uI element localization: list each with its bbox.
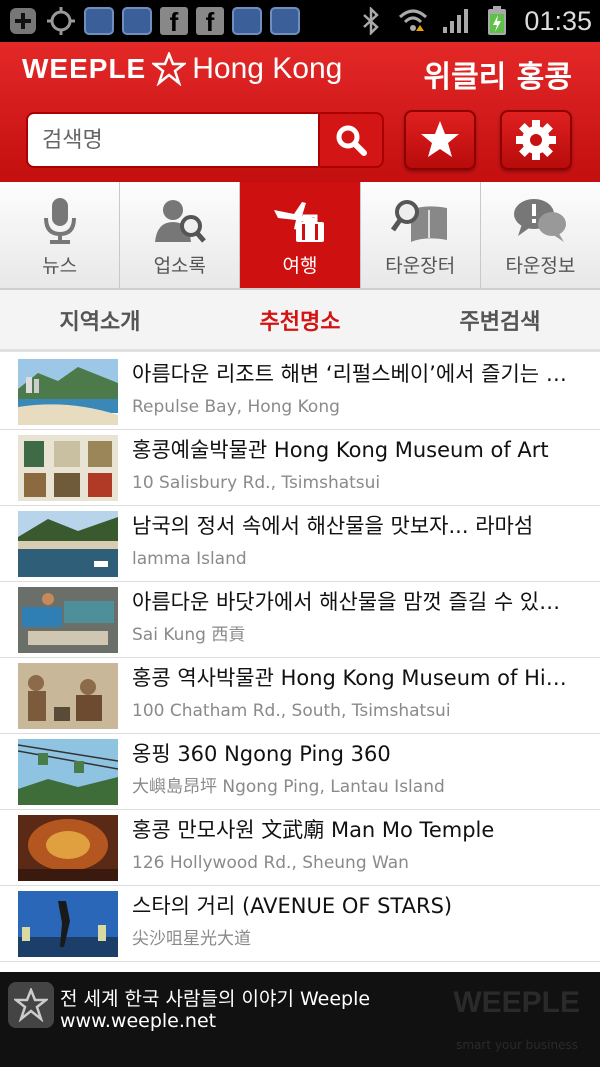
list-item[interactable]: 홍콩 역사박물관 Hong Kong Museum of History 100… xyxy=(0,658,600,734)
list-item[interactable]: 아름다운 리조트 해변 ‘리펄스베이’에서 즐기는 여유 Repulse Bay… xyxy=(0,354,600,430)
ad-url: www.weeple.net xyxy=(60,1010,217,1032)
place-thumbnail xyxy=(18,739,118,805)
gear-icon xyxy=(516,120,556,160)
settings-button[interactable] xyxy=(500,110,572,170)
app-header: WEEPLE Hong Kong 위클리 홍콩 xyxy=(0,42,600,182)
list-item[interactable]: 남국의 정서 속에서 해산물을 맛보자... 라마섬 lamma Island xyxy=(0,506,600,582)
tab-label: 여행 xyxy=(282,255,318,277)
place-title: 홍콩예술박물관 Hong Kong Museum of Art xyxy=(132,438,549,462)
status-bar: f f 01:35 xyxy=(0,0,600,42)
subtab-region-intro[interactable]: 지역소개 xyxy=(0,290,200,349)
list-item[interactable]: 아름다운 바닷가에서 해산물을 맘껏 즐길 수 있는 곳 Sai Kung 西貢 xyxy=(0,582,600,658)
tab-travel[interactable]: 여행 xyxy=(240,182,361,288)
sub-tabs: 지역소개 추천명소 주변검색 xyxy=(0,290,600,352)
place-list: 아름다운 리조트 해변 ‘리펄스베이’에서 즐기는 여유 Repulse Bay… xyxy=(0,354,600,962)
place-title: 아름다운 리조트 해변 ‘리펄스베이’에서 즐기는 여유 xyxy=(132,362,572,386)
place-thumbnail xyxy=(18,587,118,653)
clock-time: 01:35 xyxy=(524,5,592,36)
place-address: 大嶼島昂坪 Ngong Ping, Lantau Island xyxy=(132,777,445,797)
ad-headline: 전 세계 한국 사람들의 이야기 Weeple xyxy=(60,988,371,1010)
battery-icon xyxy=(482,6,512,36)
facebook-icon: f xyxy=(160,7,188,35)
place-title: 홍콩 역사박물관 Hong Kong Museum of History xyxy=(132,666,572,690)
gps-icon xyxy=(46,6,76,36)
subtab-nearby-search[interactable]: 주변검색 xyxy=(400,290,600,349)
place-title: 홍콩 만모사원 文武廟 Man Mo Temple xyxy=(132,818,495,842)
list-item[interactable]: 스타의 거리 (AVENUE OF STARS) 尖沙咀星光大道 xyxy=(0,886,600,962)
weeple-app-icon xyxy=(8,982,54,1028)
wifi-icon xyxy=(398,6,428,36)
place-address: Repulse Bay, Hong Kong xyxy=(132,397,340,417)
place-title: 옹핑 360 Ngong Ping 360 xyxy=(132,742,391,766)
tab-label: 타운장터 xyxy=(385,255,456,277)
tab-directory[interactable]: 업소록 xyxy=(120,182,241,288)
app-logo[interactable]: WEEPLE Hong Kong xyxy=(22,52,342,86)
place-thumbnail xyxy=(18,663,118,729)
place-thumbnail xyxy=(18,435,118,501)
place-title: 아름다운 바닷가에서 해산물을 맘껏 즐길 수 있는 곳 xyxy=(132,590,572,614)
tab-label: 타운정보 xyxy=(505,255,576,277)
place-thumbnail xyxy=(18,891,118,957)
place-address: 100 Chatham Rd., South, Tsimshatsui xyxy=(132,701,451,721)
tab-label: 업소록 xyxy=(153,255,207,277)
ad-tagline: smart your business xyxy=(456,1038,578,1052)
list-item[interactable]: 홍콩예술박물관 Hong Kong Museum of Art 10 Salis… xyxy=(0,430,600,506)
add-notification-icon xyxy=(8,6,38,36)
person-search-icon xyxy=(150,195,210,247)
place-address: Sai Kung 西貢 xyxy=(132,625,246,645)
airplane-suitcase-icon xyxy=(270,195,330,247)
place-thumbnail xyxy=(18,815,118,881)
category-tabs: 뉴스 업소록 여행 타운장터 타운정보 xyxy=(0,182,600,290)
bluetooth-icon xyxy=(356,6,386,36)
star-icon xyxy=(421,121,459,157)
place-address: lamma Island xyxy=(132,549,247,569)
app-notification-icon xyxy=(122,7,152,35)
search-input[interactable] xyxy=(42,127,318,153)
ad-brand-logo: WEEPLE xyxy=(453,986,580,1019)
place-thumbnail xyxy=(18,359,118,425)
app-notification-icon xyxy=(270,7,300,35)
search-icon xyxy=(336,125,367,156)
logo-city: Hong Kong xyxy=(192,52,343,85)
app-notification-icon xyxy=(232,7,262,35)
search-book-icon xyxy=(390,195,450,247)
tab-market[interactable]: 타운장터 xyxy=(360,182,481,288)
logo-star-icon xyxy=(152,52,187,86)
speech-bubbles-icon xyxy=(510,195,570,247)
weekly-title: 위클리 홍콩 xyxy=(423,60,572,95)
logo-brand: WEEPLE xyxy=(22,53,147,84)
place-title: 남국의 정서 속에서 해산물을 맛보자... 라마섬 xyxy=(132,514,534,538)
search-field[interactable] xyxy=(26,112,320,168)
favorites-button[interactable] xyxy=(404,110,476,170)
ad-banner[interactable]: 전 세계 한국 사람들의 이야기 Weeple www.weeple.net W… xyxy=(0,972,600,1067)
signal-icon xyxy=(440,6,470,36)
microphone-icon xyxy=(30,195,90,247)
list-item[interactable]: 옹핑 360 Ngong Ping 360 大嶼島昂坪 Ngong Ping, … xyxy=(0,734,600,810)
place-address: 126 Hollywood Rd., Sheung Wan xyxy=(132,853,409,873)
list-item[interactable]: 홍콩 만모사원 文武廟 Man Mo Temple 126 Hollywood … xyxy=(0,810,600,886)
facebook-icon: f xyxy=(196,7,224,35)
search-button[interactable] xyxy=(318,112,384,168)
place-address: 尖沙咀星光大道 xyxy=(132,929,251,949)
app-notification-icon xyxy=(84,7,114,35)
subtab-recommended[interactable]: 추천명소 xyxy=(200,290,400,349)
place-title: 스타의 거리 (AVENUE OF STARS) xyxy=(132,894,453,918)
tab-town-info[interactable]: 타운정보 xyxy=(480,182,600,288)
place-thumbnail xyxy=(18,511,118,577)
tab-label: 뉴스 xyxy=(42,255,78,277)
place-address: 10 Salisbury Rd., Tsimshatsui xyxy=(132,473,381,493)
tab-news[interactable]: 뉴스 xyxy=(0,182,121,288)
